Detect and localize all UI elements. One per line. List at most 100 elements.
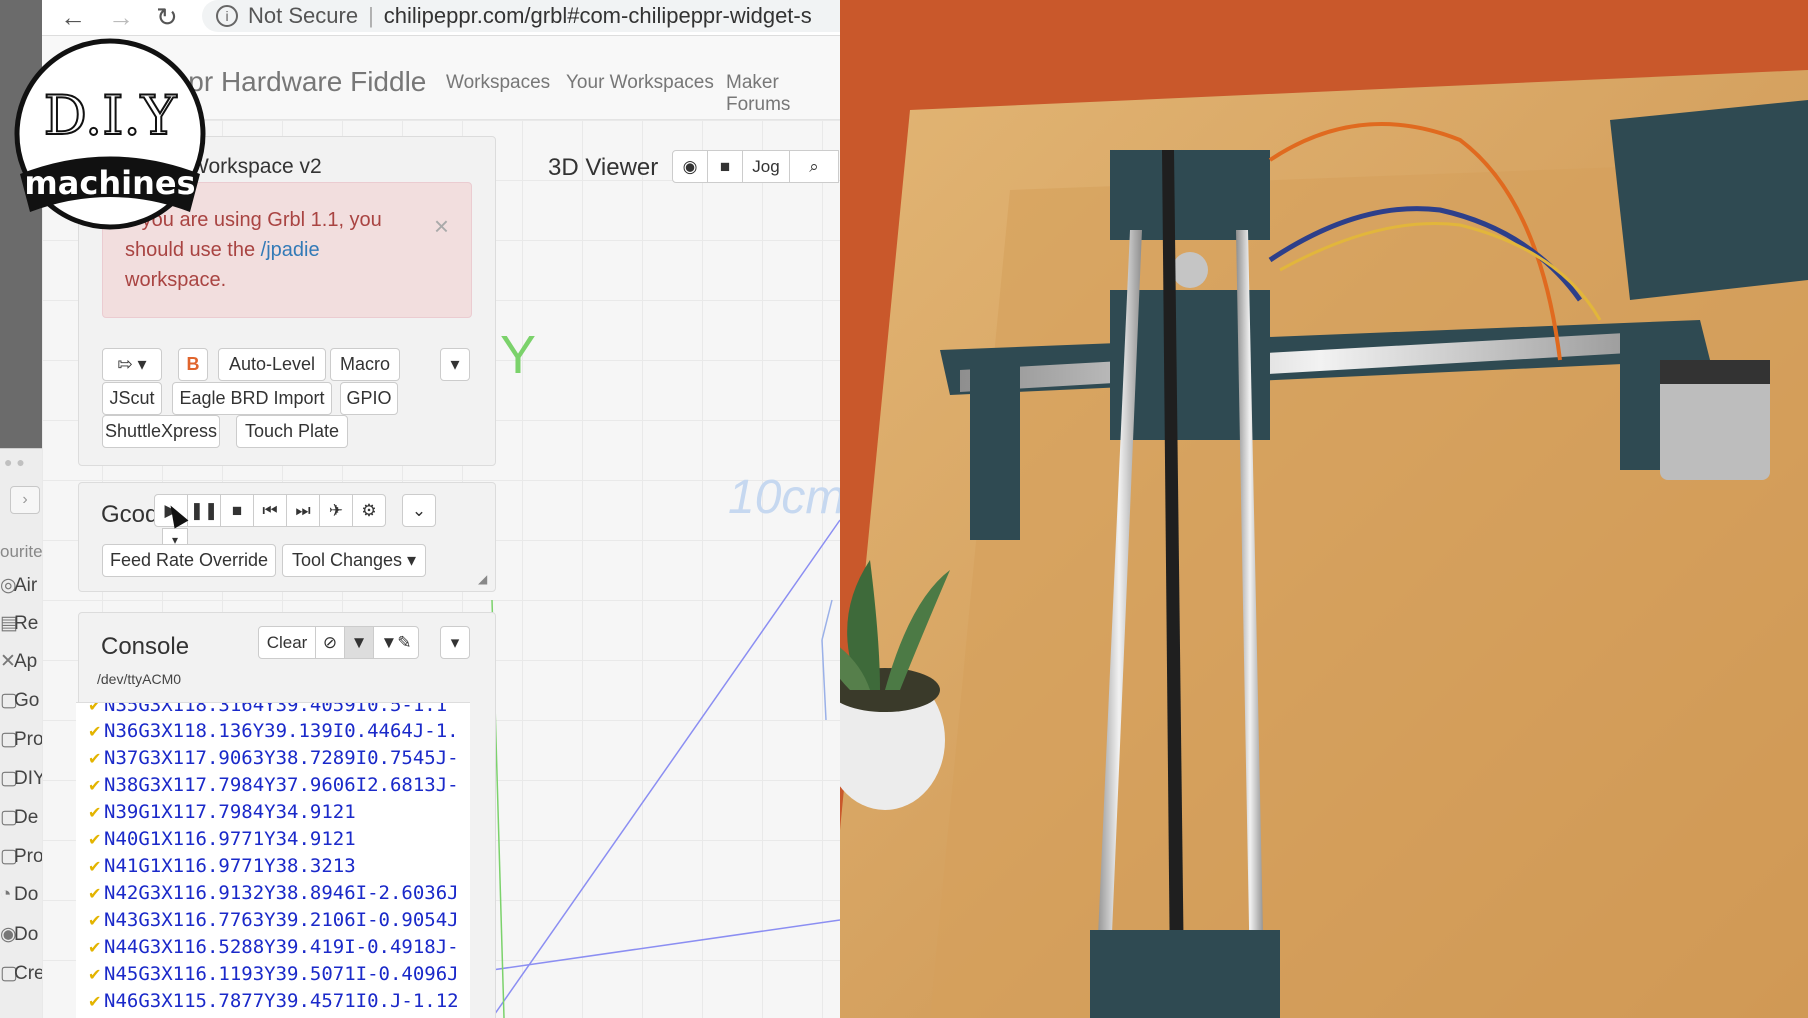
log-line: ✔ N42G3X116.9132Y38.8946I-2.6036J — [76, 882, 459, 904]
check-icon: ✔ — [88, 722, 102, 741]
folder-icon: ▢ — [0, 729, 18, 750]
scale-label: 10cm — [728, 471, 840, 524]
left-end-bracket — [970, 350, 1020, 540]
folder-icon: ▢ — [0, 846, 18, 867]
jpadie-link[interactable]: /jpadie — [261, 239, 320, 261]
check-icon: ✔ — [88, 803, 102, 822]
applications-icon: ✕ — [0, 651, 16, 672]
favourites-heading: ourite — [0, 542, 43, 561]
auto-level-button[interactable]: Auto-Level — [218, 348, 326, 381]
nav-your-workspaces[interactable]: Your Workspaces — [566, 72, 714, 94]
sidebar-item-folder[interactable]: ▢Pro — [0, 728, 44, 751]
check-icon: ✔ — [88, 938, 102, 957]
log-line: ✔ N43G3X116.7763Y39.2106I-0.9054J — [76, 909, 459, 931]
folder-icon: ▢ — [0, 768, 18, 789]
finder-forward-button[interactable]: › — [10, 486, 40, 514]
folder-icon: ▢ — [0, 807, 18, 828]
chevron-down-icon[interactable]: ▾ — [440, 626, 470, 659]
check-icon: ✔ — [88, 884, 102, 903]
console-port: /dev/ttyACM0 — [97, 671, 182, 687]
sidebar-item-folder[interactable]: ▢De — [0, 806, 38, 829]
pulley — [1172, 252, 1208, 288]
check-icon: ✔ — [88, 911, 102, 930]
log-line: ✔ N44G3X116.5288Y39.419I-0.4918J- — [76, 936, 459, 958]
jog-button[interactable]: Jog — [742, 150, 790, 183]
log-line: ✔ N40G1X116.9771Y34.9121 — [76, 828, 356, 850]
diy-machines-logo: D.I.Y machines — [14, 38, 206, 230]
gpio-button[interactable]: GPIO — [340, 382, 398, 415]
axis-line — [491, 519, 840, 1018]
axis-line — [491, 919, 840, 971]
plane-icon[interactable]: ✈ — [319, 494, 353, 527]
zoom-icon[interactable]: ⌕ — [789, 150, 839, 183]
sidebar-item-folder[interactable]: ▢DIY — [0, 767, 46, 790]
check-icon: ✔ — [88, 749, 102, 768]
pen-holder — [1090, 930, 1280, 1018]
sidebar-item-downloads[interactable]: ◉Do — [0, 923, 38, 946]
skip-back-icon[interactable]: ⏮ — [253, 494, 287, 527]
check-icon: ✔ — [88, 965, 102, 984]
sidebar-item-recents[interactable]: ▤Re — [0, 612, 38, 635]
screen: ● ● › ourite ◎Air ▤Re ✕Ap ▢Go ▢Pro ▢DIY … — [0, 0, 1808, 1018]
logo-banner-text: machines — [24, 164, 195, 202]
share-icon: ⇰ — [117, 354, 133, 374]
touch-plate-button[interactable]: Touch Plate — [236, 415, 348, 448]
gear-icon[interactable]: ⚙ — [352, 494, 386, 527]
log-line: ✔ N39G1X117.7984Y34.9121 — [76, 801, 356, 823]
info-icon[interactable]: i — [216, 5, 238, 27]
resize-handle-icon[interactable]: ◢ — [478, 572, 487, 586]
clear-button[interactable]: Clear — [258, 626, 316, 659]
log-line: ✔ N41G1X116.9771Y38.3213 — [76, 855, 356, 877]
control-box — [1610, 100, 1808, 300]
macro-button[interactable]: Macro — [330, 348, 400, 381]
address-bar[interactable]: i Not Secure | chilipeppr.com/grbl#com-chil… — [202, 0, 840, 32]
console-title: Console — [101, 633, 190, 660]
url-text: chilipeppr.com/grbl#com-chilipeppr-widge… — [383, 3, 812, 28]
eye-icon[interactable]: ◉ — [672, 150, 708, 183]
close-icon[interactable]: × — [434, 211, 449, 241]
eagle-brd-import-button[interactable]: Eagle BRD Import — [172, 382, 332, 415]
block-icon[interactable]: ⊘ — [315, 626, 345, 659]
reload-icon[interactable]: ↻ — [156, 2, 178, 33]
check-icon: ✔ — [88, 830, 102, 849]
shuttlexpress-button[interactable]: ShuttleXpress — [102, 415, 220, 448]
check-icon: ✔ — [88, 776, 102, 795]
tool-changes-button[interactable]: Tool Changes ▾ — [282, 544, 426, 577]
window-controls-icon: ● ● — [4, 454, 25, 470]
plotter-illustration — [840, 0, 1808, 1018]
back-arrow-icon[interactable]: ← — [60, 2, 86, 33]
check-icon: ✔ — [88, 702, 102, 715]
filter-icon[interactable]: ▼ — [344, 626, 374, 659]
sidebar-item-documents[interactable]: ◔ Do — [0, 884, 38, 906]
forward-arrow-icon[interactable]: → — [108, 2, 134, 33]
sidebar-item-folder[interactable]: ▢Go — [0, 689, 39, 712]
skip-forward-icon[interactable]: ⏭ — [286, 494, 320, 527]
y-axis-label: Y — [500, 325, 537, 385]
sidebar-item-folder[interactable]: ▢Pro — [0, 845, 44, 868]
nav-maker-forums[interactable]: Maker Forums — [726, 72, 840, 116]
sidebar-item-folder[interactable]: ▢Cre — [0, 962, 45, 985]
folder-icon: ▢ — [0, 690, 18, 711]
chevron-down-icon[interactable]: ⌄ — [402, 494, 436, 527]
log-line: ✔ N45G3X116.1193Y39.5071I-0.4096J — [76, 963, 459, 985]
sidebar-item-applications[interactable]: ✕Ap — [0, 650, 37, 673]
stop-icon[interactable]: ■ — [220, 494, 254, 527]
toolpath-line — [821, 639, 827, 721]
nav-workspaces[interactable]: Workspaces — [446, 72, 550, 94]
check-icon: ✔ — [88, 992, 102, 1011]
stepper-motor-band — [1660, 360, 1770, 384]
pause-icon[interactable]: ❚❚ — [187, 494, 221, 527]
filter-edit-icon[interactable]: ▼✎ — [373, 626, 419, 659]
camera-icon[interactable]: ■ — [707, 150, 743, 183]
feed-rate-override-button[interactable]: Feed Rate Override — [102, 544, 276, 577]
bcode-icon[interactable]: B — [178, 348, 208, 381]
folder-icon: ▢ — [0, 963, 18, 984]
jscut-button[interactable]: JScut — [102, 382, 162, 415]
chevron-down-icon[interactable]: ▾ — [440, 348, 470, 381]
sidebar-item-airdrop[interactable]: ◎Air — [0, 574, 37, 597]
log-line: ✔ N37G3X117.9063Y38.7289I0.7545J- — [76, 747, 459, 769]
plotter-camera-photo — [840, 0, 1808, 1018]
console-log[interactable]: ✔ N35G3X118.3164Y39.4059I0.5-1.1 ✔ N36G3X1… — [76, 702, 470, 1018]
documents-icon: ◔ — [0, 884, 12, 905]
import-menu-button[interactable]: ⇰ ▾ — [102, 348, 162, 381]
